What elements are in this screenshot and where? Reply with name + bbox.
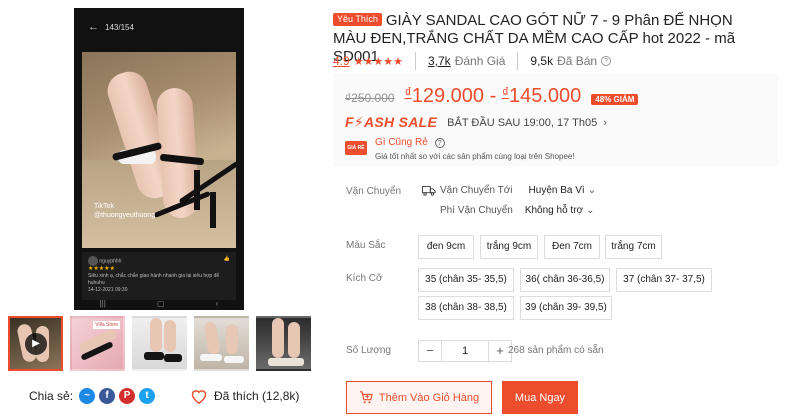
chevron-down-icon[interactable]: ⌄ (586, 205, 594, 216)
shipping-to-row: Vận Chuyển Tới Huyện Ba Vì ⌄ (422, 185, 596, 196)
messenger-icon[interactable]: ~ (79, 388, 96, 404)
product-main-image[interactable]: ← 143/154 TikTok @thuongyeuthuong nguyph… (74, 8, 244, 310)
cheap-title: Gì Cũng Rẻ (375, 137, 428, 148)
thumbs-up-icon: 👍 (223, 256, 230, 262)
pinterest-icon[interactable]: P (119, 388, 136, 404)
cheap-subtitle: Giá tốt nhất so với các sản phẩm cùng lo… (375, 152, 575, 161)
cart-icon (359, 391, 373, 404)
heart-icon (191, 390, 207, 404)
like-count: Đã thích (12,8k) (214, 389, 300, 403)
size-option[interactable]: 36( chân 36-36,5) (520, 268, 610, 292)
rating-score[interactable]: 4.9 (333, 54, 350, 68)
back-icon: ‹ (215, 299, 219, 308)
shipping-fee-label: Phí Vận Chuyển (440, 205, 513, 216)
tiktok-watermark: TikTok @thuongyeuthuong (94, 203, 156, 219)
color-option[interactable]: trắng 7cm (605, 235, 662, 259)
store-tag: Villa Store (93, 321, 120, 329)
play-icon: ▶ (25, 333, 47, 355)
review-snippet: nguyphhh 👍 ★★★★★ Siêu xinh ạ, chắc chắn … (82, 252, 236, 300)
flash-sale-time: BẮT ĐẦU SAU 19:00, 17 Th05 (447, 116, 598, 129)
color-option[interactable]: trắng 9cm (480, 235, 538, 259)
home-icon: ▢ (156, 299, 165, 308)
truck-icon (422, 186, 436, 196)
add-to-cart-button[interactable]: Thêm Vào Giỏ Hàng (346, 381, 492, 414)
reviews-count[interactable]: 3,7k (428, 54, 451, 68)
reviews-label: Đánh Giá (454, 54, 506, 68)
color-option[interactable]: đen 9cm (418, 235, 474, 259)
share-row: Chia sẻ: ~ f P t (29, 388, 156, 404)
stock-count: 268 sản phẩm có sẵn (508, 345, 604, 356)
rating-stars-icon: ★★★★★ (353, 55, 403, 68)
reviewer-avatar (88, 256, 98, 266)
shipping-to-value[interactable]: Huyện Ba Vì (529, 185, 585, 196)
thumbnail-video[interactable]: ▶ (8, 316, 63, 371)
size-option[interactable]: 35 (chân 35- 35,5) (418, 268, 514, 292)
buy-now-button[interactable]: Mua Ngay (502, 381, 578, 414)
thumbnail-image[interactable] (256, 316, 311, 371)
back-arrow-icon: ← (88, 21, 99, 33)
size-option[interactable]: 37 (chân 37- 37,5) (616, 268, 712, 292)
recent-apps-icon: ||| (99, 299, 106, 308)
cheap-guarantee: GIÁ RẺ Gì Cũng Rẻ ? Giá tốt nhất so với … (345, 137, 575, 163)
thumbnail-image[interactable] (194, 316, 249, 371)
favorite-badge: Yêu Thích (333, 13, 382, 26)
shipping-to-label: Vận Chuyển Tới (440, 185, 513, 196)
thumbnail-image[interactable] (132, 316, 187, 371)
size-option[interactable]: 38 (chân 38- 38,5) (418, 296, 514, 320)
thumbnail-image[interactable]: Villa Store (70, 316, 125, 371)
flash-sale-banner[interactable]: F⚡ASH SALE BẮT ĐẦU SAU 19:00, 17 Th05 › (345, 114, 607, 131)
add-to-cart-label: Thêm Vào Giỏ Hàng (378, 391, 480, 404)
quantity-stepper: − 1 + (418, 340, 512, 362)
original-price: ₫250.000 (345, 91, 395, 105)
image-counter: 143/154 (105, 22, 134, 32)
size-option[interactable]: 39 (chân 39- 39,5) (520, 296, 612, 320)
twitter-icon[interactable]: t (139, 388, 156, 404)
review-text: Siêu xinh ạ, chắc chắn giao hành nhanh g… (88, 273, 220, 286)
reviewer-name: nguyphhh (99, 258, 122, 265)
review-stars: ★★★★★ (88, 266, 115, 272)
current-price: ₫129.000 - ₫145.000 (404, 84, 582, 107)
help-icon[interactable]: ? (601, 56, 612, 66)
facebook-icon[interactable]: f (99, 388, 116, 404)
chevron-right-icon: › (603, 116, 607, 129)
phone-nav-bar: ||| ▢ ‹ (74, 299, 244, 308)
chevron-down-icon[interactable]: ⌄ (588, 185, 596, 196)
review-date: 14-12-2021 09:30 (88, 287, 128, 293)
like-button[interactable]: Đã thích (12,8k) (190, 388, 299, 404)
flash-sale-logo: F⚡ASH SALE (345, 114, 438, 130)
shipping-label: Vận Chuyển (346, 186, 402, 197)
price-row: ₫250.000 ₫129.000 - ₫145.000 48% GIẢM (345, 84, 639, 108)
product-photo: TikTok @thuongyeuthuong (82, 52, 236, 248)
color-option[interactable]: Đen 7cm (544, 235, 600, 259)
color-label: Màu Sắc (346, 240, 386, 251)
image-topbar: ← 143/154 (74, 8, 244, 46)
shipping-fee-value[interactable]: Không hỗ trợ (525, 205, 583, 216)
help-icon[interactable]: ? (434, 138, 445, 148)
quantity-input[interactable]: 1 (442, 340, 488, 362)
quantity-label: Số Lượng (346, 345, 391, 356)
sold-label: Đã Bán (557, 54, 598, 68)
price-box: ₫250.000 ₫129.000 - ₫145.000 48% GIẢM F⚡… (333, 74, 778, 166)
shipping-fee-row: Phí Vận Chuyển Không hỗ trợ ⌄ (440, 205, 594, 216)
decrease-button[interactable]: − (418, 340, 442, 362)
rating-row: 4.9 ★★★★★ 3,7k Đánh Giá 9,5k Đã Bán ? (333, 52, 612, 70)
share-label: Chia sẻ: (29, 389, 74, 403)
thumbnail-strip: ▶ Villa Store (8, 316, 311, 371)
sold-count: 9,5k (530, 54, 554, 68)
cheap-price-icon: GIÁ RẺ (345, 141, 367, 155)
size-label: Kích Cỡ (346, 273, 383, 284)
discount-badge: 48% GIẢM (591, 94, 639, 105)
